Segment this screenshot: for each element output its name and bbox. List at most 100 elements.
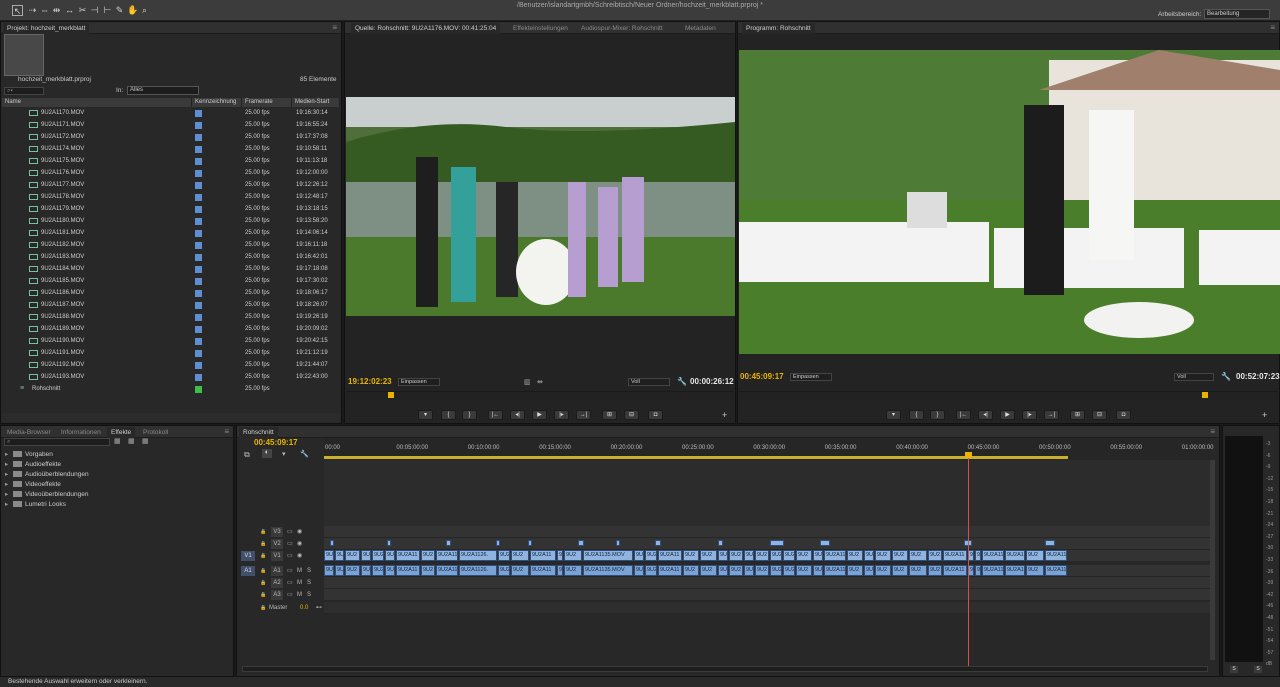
mute-button[interactable]: M — [297, 565, 302, 577]
track-name[interactable]: A3 — [271, 590, 283, 600]
sequence-row[interactable]: ≡ Rohschnitt 25.00 fps — [2, 383, 332, 395]
pen-tool-icon[interactable]: ✎ — [114, 5, 125, 16]
lock-icon[interactable]: 🔒 — [260, 577, 266, 589]
video-clip[interactable]: 9U2A1 — [1005, 550, 1025, 561]
program-quality-select[interactable]: Voll — [1174, 373, 1214, 381]
source-add-button-icon[interactable]: + — [722, 410, 727, 420]
video-clip[interactable]: 9U2 — [345, 550, 360, 561]
audio-clip[interactable]: 9U2A11 — [824, 565, 846, 576]
work-area-bar[interactable] — [324, 456, 1068, 459]
source-quality-select[interactable]: Voll — [628, 378, 670, 386]
video-clip[interactable]: 9U2A11 — [1045, 550, 1067, 561]
source-play-button[interactable]: ▶ — [532, 410, 547, 420]
project-clip-row[interactable]: 9U2A1187.MOV 25.00 fps 19:18:26:07 — [2, 299, 332, 311]
program-play-button[interactable]: ▶ — [1000, 410, 1015, 420]
video-clip[interactable]: 9U2 — [557, 550, 563, 561]
effects-folder-item[interactable]: ▸ Lumetri Looks — [5, 500, 66, 510]
tab-source[interactable]: Quelle: Rohschnitt: 9U2A1176.MOV: 00:41:… — [351, 23, 501, 34]
source-export-frame-button[interactable]: ◘ — [648, 410, 663, 420]
mute-button[interactable]: M — [297, 577, 302, 589]
program-go-out-button[interactable]: →| — [1044, 410, 1059, 420]
audio-clip[interactable]: 9U2A11 — [1045, 565, 1067, 576]
sync-lock-icon[interactable]: ▭ — [287, 526, 293, 538]
sync-lock-icon[interactable]: ▭ — [287, 565, 293, 577]
audio-clip[interactable]: 9U2 — [847, 565, 863, 576]
video-clip[interactable]: 9U2 — [385, 550, 395, 561]
timeline-v-scrollbar[interactable] — [1210, 460, 1215, 660]
video-clip[interactable]: 9U2 — [1026, 550, 1044, 561]
lock-icon[interactable]: 🔒 — [260, 550, 266, 562]
source-insert-icon[interactable]: ⇹ — [537, 378, 543, 386]
lock-icon[interactable]: 🔒 — [260, 538, 266, 550]
project-search-input[interactable]: ⌕▾ — [4, 87, 44, 95]
video-clip-v2[interactable] — [616, 540, 620, 546]
tab-effect-controls[interactable]: Effekteinstellungen — [509, 23, 572, 34]
playhead-marker[interactable] — [965, 452, 972, 458]
audio-clip[interactable]: 9U2 — [645, 565, 657, 576]
snap-icon[interactable]: ⧉ — [244, 450, 250, 460]
track-lane-v2[interactable] — [324, 538, 1210, 550]
tab-media-browser[interactable]: Media-Browser — [3, 427, 55, 438]
panel-menu-icon[interactable]: ≡ — [332, 23, 337, 32]
track-name[interactable]: V3 — [271, 527, 283, 537]
source-overwrite-button[interactable]: ⊟ — [624, 410, 639, 420]
lock-icon[interactable]: 🔒 — [260, 565, 266, 577]
audio-clip[interactable]: 9U2 — [796, 565, 812, 576]
eye-icon[interactable]: ◉ — [297, 526, 302, 538]
timeline-timecode[interactable]: 00:45:09:17 — [254, 438, 298, 447]
sync-lock-icon[interactable]: ▭ — [287, 589, 293, 601]
project-clip-row[interactable]: 9U2A1175.MOV 25.00 fps 19:11:13:18 — [2, 155, 332, 167]
video-clip[interactable]: 9U2 — [700, 550, 717, 561]
effects-folder-item[interactable]: ▸ Videoeffekte — [5, 480, 61, 490]
program-fit-select[interactable]: Einpassen — [790, 373, 832, 381]
video-clip-v2[interactable] — [528, 540, 532, 546]
audio-clip[interactable]: 9U2 — [683, 565, 699, 576]
track-select-tool-icon[interactable]: ⇢ — [27, 5, 38, 16]
tab-metadata[interactable]: Metadaten — [681, 23, 720, 34]
audio-clip[interactable]: 9U2 — [718, 565, 728, 576]
video-clip[interactable]: 9U2A11 — [824, 550, 846, 561]
sync-lock-icon[interactable]: ▭ — [287, 550, 293, 562]
audio-clip[interactable]: 9U2 — [345, 565, 360, 576]
video-clip[interactable]: 9U2A11 — [658, 550, 682, 561]
audio-clip[interactable]: 9U2 — [361, 565, 371, 576]
audio-clip[interactable]: 9U2 — [421, 565, 435, 576]
video-clip[interactable]: 9U2 — [796, 550, 812, 561]
track-lane-a2[interactable] — [324, 577, 1210, 589]
source-mark-out-button[interactable]: } — [462, 410, 477, 420]
source-playhead[interactable] — [388, 392, 394, 398]
project-clip-row[interactable]: 9U2A1181.MOV 25.00 fps 19:14:06:14 — [2, 227, 332, 239]
audio-clip[interactable]: 9U2 — [564, 565, 582, 576]
project-clip-row[interactable]: 9U2A1172.MOV 25.00 fps 19:17:37:08 — [2, 131, 332, 143]
project-clip-row[interactable]: 9U2A1183.MOV 25.00 fps 19:16:42:01 — [2, 251, 332, 263]
video-clip-v2[interactable] — [446, 540, 451, 546]
mute-button[interactable]: M — [297, 589, 302, 601]
video-clip[interactable]: 9U2 — [324, 550, 334, 561]
video-clip[interactable]: 9U2A11 — [530, 550, 556, 561]
source-marker-icon[interactable]: ▥ — [524, 378, 531, 386]
audio-clip[interactable]: 9U2A11 — [530, 565, 556, 576]
audio-clip[interactable]: 9U2 — [892, 565, 908, 576]
tab-project[interactable]: Projekt: hochzeit_merkblatt — [3, 23, 90, 34]
video-clip[interactable]: 9U2A11 — [943, 550, 967, 561]
video-clip[interactable]: 9U2 — [928, 550, 942, 561]
timeline-scrollbar[interactable] — [242, 666, 1208, 672]
video-clip[interactable]: 9U2 — [498, 550, 510, 561]
program-add-button-icon[interactable]: + — [1262, 410, 1267, 420]
video-clip[interactable]: 9U2 — [892, 550, 908, 561]
video-clip[interactable]: 9U2 — [975, 550, 981, 561]
video-clip[interactable]: 9U2A11 — [982, 550, 1004, 561]
video-clip-v2[interactable] — [496, 540, 500, 546]
in-select[interactable]: Alles — [127, 86, 199, 95]
expand-triangle-icon[interactable]: ▸ — [5, 460, 13, 470]
track-name[interactable]: V2 — [271, 539, 283, 549]
video-clip[interactable]: 9U2 — [813, 550, 823, 561]
video-clip[interactable]: 9U2 — [645, 550, 657, 561]
solo-button[interactable]: S — [307, 589, 311, 601]
eye-icon[interactable]: ◉ — [297, 550, 302, 562]
video-clip-v2[interactable] — [387, 540, 391, 546]
col-media-start[interactable]: Medien-Start — [292, 98, 340, 107]
solo-left-button[interactable]: S — [1230, 666, 1238, 673]
video-clip-v2[interactable] — [820, 540, 830, 546]
master-volume[interactable]: 0.0 — [300, 602, 308, 614]
